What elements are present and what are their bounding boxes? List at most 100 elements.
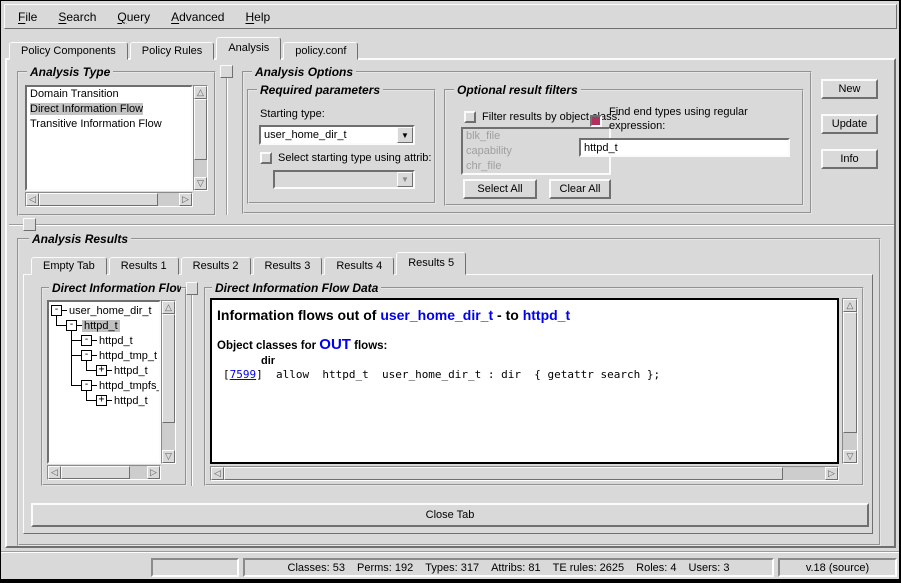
tree-node[interactable]: -httpd_t — [66, 318, 120, 333]
flow-tree-hscrollbar[interactable]: ◁ ▷ — [47, 465, 161, 480]
select-all-button[interactable]: Select All — [463, 179, 537, 199]
regex-checkbox[interactable] — [590, 115, 602, 127]
attrib-checkbox[interactable] — [260, 152, 272, 164]
analysis-type-hscrollbar[interactable]: ◁ ▷ — [25, 192, 193, 207]
update-button[interactable]: Update — [821, 114, 878, 134]
pane-sash-handle[interactable] — [220, 65, 233, 78]
clear-all-button[interactable]: Clear All — [549, 179, 611, 199]
scroll-up-icon[interactable]: △ — [194, 86, 207, 99]
flow-heading: Information flows out of user_home_dir_t… — [217, 307, 570, 323]
results-sash[interactable] — [9, 224, 894, 226]
optional-filters-title: Optional result filters — [454, 83, 581, 97]
flow-tree-vscrollbar[interactable]: △ ▽ — [161, 300, 176, 464]
scrollbar-thumb[interactable] — [162, 314, 175, 423]
tab-results-3[interactable]: Results 3 — [253, 257, 323, 275]
flow-data-hscrollbar[interactable]: ◁ ▷ — [210, 466, 839, 481]
tree-node[interactable]: -httpd_tmpfs_ — [81, 378, 161, 393]
scroll-left-icon[interactable]: ◁ — [26, 193, 39, 206]
menubar: File Search Query Advanced Help — [4, 4, 897, 29]
scroll-right-icon[interactable]: ▷ — [179, 193, 192, 206]
collapse-icon[interactable]: - — [81, 350, 92, 361]
object-class-name: dir — [261, 355, 275, 367]
flow-data-vscrollbar[interactable]: △ ▽ — [842, 298, 858, 464]
scroll-up-icon[interactable]: △ — [843, 299, 857, 312]
collapse-icon[interactable]: - — [66, 320, 77, 331]
pane-sash[interactable] — [226, 65, 228, 215]
tab-results-5[interactable]: Results 5 — [396, 252, 466, 275]
menu-search[interactable]: Search — [50, 8, 104, 26]
scroll-up-icon[interactable]: △ — [162, 301, 175, 314]
tree-node[interactable]: -user_home_dir_t — [51, 303, 154, 318]
tree-data-sash-handle[interactable] — [186, 282, 198, 295]
list-item[interactable]: Domain Transition — [27, 87, 191, 102]
regex-input[interactable] — [579, 138, 790, 157]
attrib-checkbox-label: Select starting type using attrib: — [278, 152, 431, 164]
tab-policy-rules[interactable]: Policy Rules — [130, 42, 215, 60]
tree-line — [86, 370, 96, 371]
status-stats-box: Classes: 53 Perms: 192 Types: 317 Attrib… — [243, 558, 774, 577]
tree-node[interactable]: +httpd_t — [96, 393, 150, 408]
scroll-down-icon[interactable]: ▽ — [843, 450, 857, 463]
scroll-left-icon[interactable]: ◁ — [48, 466, 61, 479]
scrollbar-thumb[interactable] — [224, 467, 783, 480]
menu-file[interactable]: File — [10, 8, 45, 26]
scrollbar-thumb[interactable] — [194, 99, 207, 160]
expand-icon[interactable]: + — [96, 365, 107, 376]
scroll-down-icon[interactable]: ▽ — [162, 450, 175, 463]
collapse-icon[interactable]: - — [81, 380, 92, 391]
tab-policy-conf[interactable]: policy.conf — [283, 42, 358, 60]
info-button[interactable]: Info — [821, 149, 878, 169]
close-tab-button[interactable]: Close Tab — [31, 503, 869, 527]
stat-perms: Perms: 192 — [357, 562, 413, 574]
tab-results-2[interactable]: Results 2 — [181, 257, 251, 275]
starting-type-label: Starting type: — [260, 108, 325, 120]
scrollbar-thumb[interactable] — [61, 466, 130, 479]
tab-results-1[interactable]: Results 1 — [109, 257, 179, 275]
object-class-checkbox[interactable] — [464, 111, 476, 123]
menu-advanced[interactable]: Advanced — [163, 8, 232, 26]
tree-node[interactable]: -httpd_tmp_t — [81, 348, 159, 363]
stat-classes: Classes: 53 — [288, 562, 345, 574]
stat-roles: Roles: 4 — [636, 562, 676, 574]
status-empty-box — [151, 558, 239, 577]
regex-checkbox-label-line1: Find end types using regular — [609, 106, 748, 118]
attrib-combobox: ▼ — [273, 170, 415, 189]
status-version-box: v.18 (source) — [778, 558, 897, 577]
tab-policy-components[interactable]: Policy Components — [9, 42, 128, 60]
tree-line — [86, 400, 96, 401]
end-type: httpd_t — [523, 307, 570, 323]
scroll-left-icon[interactable]: ◁ — [211, 467, 224, 480]
analysis-type-vscrollbar[interactable]: △ ▽ — [193, 85, 208, 191]
results-sash-handle[interactable] — [23, 218, 36, 231]
analysis-options-title: Analysis Options — [252, 65, 356, 79]
scroll-right-icon[interactable]: ▷ — [147, 466, 160, 479]
tab-results-4[interactable]: Results 4 — [324, 257, 394, 275]
chevron-down-icon[interactable]: ▼ — [397, 127, 413, 143]
list-item[interactable]: Transitive Information Flow — [27, 117, 191, 132]
tree-node[interactable]: -httpd_t — [81, 333, 135, 348]
tree-line — [71, 385, 81, 386]
scroll-down-icon[interactable]: ▽ — [194, 177, 207, 190]
tab-empty-tab[interactable]: Empty Tab — [31, 257, 107, 275]
menu-query[interactable]: Query — [109, 8, 158, 26]
statusbar-separator — [1, 551, 901, 553]
policy-version: v.18 (source) — [806, 562, 869, 574]
list-item[interactable]: Direct Information Flow — [27, 102, 191, 117]
expand-icon[interactable]: + — [96, 395, 107, 406]
tree-data-sash[interactable] — [191, 282, 193, 486]
collapse-icon[interactable]: - — [51, 305, 62, 316]
tree-line — [71, 340, 81, 341]
attrib-value — [275, 172, 397, 187]
scrollbar-thumb[interactable] — [39, 193, 158, 206]
tab-analysis[interactable]: Analysis — [216, 37, 281, 60]
starting-type-combobox[interactable]: user_home_dir_t ▼ — [259, 125, 415, 145]
scrollbar-thumb[interactable] — [843, 312, 857, 433]
tree-node[interactable]: +httpd_t — [96, 363, 150, 378]
new-button[interactable]: New — [821, 79, 878, 99]
scroll-right-icon[interactable]: ▷ — [825, 467, 838, 480]
analysis-results-title: Analysis Results — [29, 232, 131, 246]
required-parameters-title: Required parameters — [257, 83, 383, 97]
collapse-icon[interactable]: - — [81, 335, 92, 346]
menu-help[interactable]: Help — [237, 8, 278, 26]
rule-id-link[interactable]: 7599 — [230, 368, 257, 381]
